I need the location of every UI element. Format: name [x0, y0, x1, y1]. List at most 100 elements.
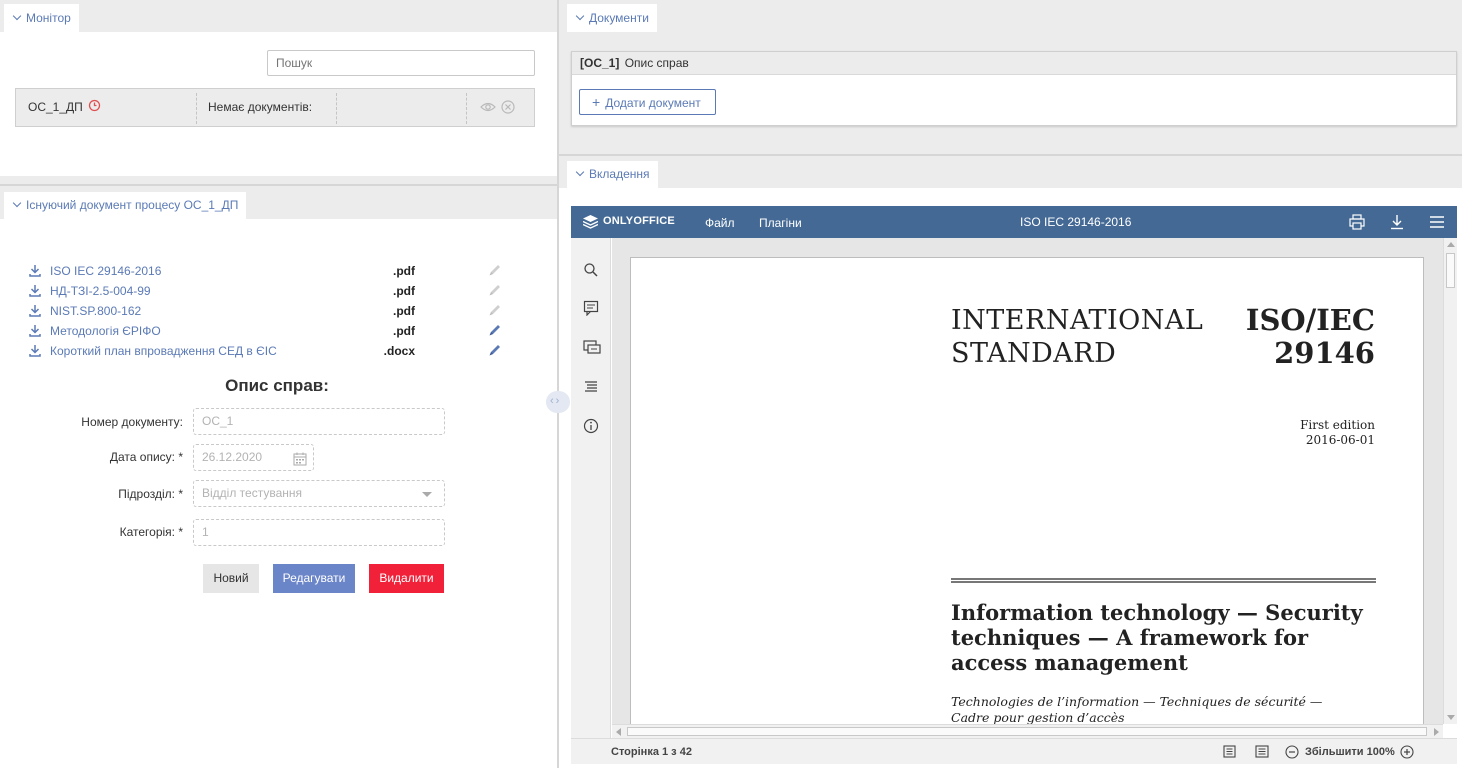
tab-existing-label: Існуючий документ процесу ОС_1_ДП: [26, 198, 239, 212]
monitor-row-name: ОС_1_ДП: [28, 100, 83, 114]
file-extension: .pdf: [393, 324, 415, 338]
search-input[interactable]: [267, 50, 535, 76]
download-icon[interactable]: [29, 284, 41, 300]
unit-select[interactable]: Відділ тестування: [193, 480, 445, 507]
heading-left-line1: INTERNATIONAL: [951, 305, 1204, 336]
file-row: Методологія ЄРІФО .pdf: [0, 322, 557, 342]
editor-status-bar: Сторінка 1 з 42 Збільшити 100%: [571, 738, 1457, 764]
fit-width-icon[interactable]: [1255, 745, 1269, 761]
editor-logo-text: ONLYOFFICE: [603, 215, 675, 227]
splitter-right[interactable]: [559, 154, 1462, 156]
add-document-label: Додати документ: [605, 96, 701, 110]
date-field[interactable]: 26.12.2020: [193, 444, 314, 471]
comment-icon[interactable]: [583, 300, 599, 317]
chevron-down-icon: [12, 198, 22, 208]
scroll-right-icon[interactable]: [1434, 728, 1439, 736]
date-label: Дата опису: *: [109, 450, 183, 464]
download-icon[interactable]: [29, 344, 41, 360]
tab-attachments[interactable]: Вкладення: [567, 161, 658, 188]
scrollbar-h-thumb[interactable]: [627, 727, 1427, 736]
download-icon[interactable]: [1390, 214, 1404, 233]
attachments-header-bar: [559, 144, 1462, 188]
info-icon[interactable]: [583, 418, 599, 434]
chat-icon[interactable]: [583, 340, 601, 356]
zoom-out-icon[interactable]: [1285, 745, 1299, 762]
plus-icon: +: [592, 94, 601, 110]
scroll-down-icon[interactable]: [1447, 715, 1455, 720]
zoom-in-icon[interactable]: [1400, 745, 1414, 762]
splitter-left-line[interactable]: [0, 184, 557, 186]
file-row: НД-ТЗІ-2.5-004-99 .pdf: [0, 282, 557, 302]
navigation-icon[interactable]: [583, 379, 599, 395]
edit-pencil-disabled-icon: [488, 283, 502, 300]
splitter-handle[interactable]: ‹›: [546, 391, 570, 413]
monitor-header-bar: [0, 0, 557, 32]
vertical-scrollbar[interactable]: [1443, 238, 1457, 724]
card-code: [ОС_1]: [580, 56, 620, 70]
add-document-button[interactable]: + Додати документ: [579, 89, 716, 115]
heading-left: INTERNATIONAL STANDARD: [951, 304, 1203, 370]
file-row: ISO IEC 29146-2016 .pdf: [0, 262, 557, 282]
category-field[interactable]: 1: [193, 519, 445, 546]
doc-number-field[interactable]: ОС_1: [193, 408, 445, 435]
form-title: Опис справ:: [225, 376, 329, 395]
file-extension: .pdf: [393, 264, 415, 278]
remove-icon[interactable]: [501, 100, 515, 117]
monitor-row[interactable]: ОС_1_ДП Немає документів:: [15, 88, 535, 127]
calendar-icon[interactable]: [293, 450, 307, 475]
eye-icon[interactable]: [480, 101, 496, 116]
file-link[interactable]: Методологія ЄРІФО: [50, 324, 161, 338]
print-icon[interactable]: [1349, 214, 1365, 233]
unit-value: Відділ тестування: [202, 486, 303, 500]
delete-button[interactable]: Видалити: [369, 564, 444, 593]
documents-header-bar: [559, 0, 1462, 32]
document-title: Information technology — Security techni…: [951, 600, 1363, 675]
category-label: Категорія: *: [119, 525, 183, 539]
divider: [336, 93, 337, 124]
file-link[interactable]: NIST.SP.800-162: [50, 304, 141, 318]
edition: First edition: [1300, 418, 1375, 432]
scroll-left-icon[interactable]: [616, 728, 621, 736]
fit-page-icon[interactable]: [1223, 745, 1236, 761]
scrollbar-thumb[interactable]: [1446, 253, 1455, 288]
tab-monitor[interactable]: Монітор: [4, 4, 79, 32]
edit-pencil-disabled-icon: [488, 263, 502, 280]
heading-right: ISO/IEC 29146: [1246, 304, 1375, 370]
file-link[interactable]: Короткий план впровадження СЕД в ЄІС: [50, 344, 277, 358]
editor-header: ONLYOFFICE Файл Плагіни ISO IEC 29146-20…: [571, 206, 1457, 238]
file-link[interactable]: НД-ТЗІ-2.5-004-99: [50, 284, 151, 298]
new-button[interactable]: Новий: [203, 564, 259, 593]
scroll-up-icon[interactable]: [1447, 242, 1455, 247]
download-icon[interactable]: [29, 304, 41, 320]
doc-number-label: Номер документу:: [81, 415, 183, 429]
download-icon[interactable]: [29, 264, 41, 280]
edition-block: First edition 2016-06-01: [1300, 418, 1375, 448]
editor-canvas: INTERNATIONAL STANDARD ISO/IEC 29146 Fir…: [612, 238, 1443, 724]
hamburger-menu-icon[interactable]: [1430, 216, 1444, 231]
tab-attachments-label: Вкладення: [589, 167, 650, 181]
search-icon[interactable]: [583, 262, 599, 278]
menu-file[interactable]: Файл: [705, 216, 735, 230]
download-icon[interactable]: [29, 324, 41, 340]
menu-plugins[interactable]: Плагіни: [759, 216, 802, 230]
edit-pencil-disabled-icon: [488, 303, 502, 320]
document-page: INTERNATIONAL STANDARD ISO/IEC 29146 Fir…: [630, 257, 1424, 724]
chevron-down-icon: [575, 167, 585, 177]
edit-pencil-icon[interactable]: [488, 323, 502, 340]
divider: [466, 93, 467, 124]
zoom-label: Збільшити 100%: [1305, 746, 1395, 758]
file-row: NIST.SP.800-162 .pdf: [0, 302, 557, 322]
tab-documents[interactable]: Документи: [567, 4, 657, 32]
document-subtitle: Technologies de l’information — Techniqu…: [951, 694, 1323, 724]
page-status: Сторінка 1 з 42: [611, 746, 692, 758]
file-extension: .pdf: [393, 284, 415, 298]
horizontal-scrollbar[interactable]: [612, 724, 1443, 738]
file-link[interactable]: ISO IEC 29146-2016: [50, 264, 161, 278]
caret-down-icon: [422, 492, 432, 497]
file-list: ISO IEC 29146-2016 .pdf НД-ТЗІ-2.5-004-99.…: [0, 262, 557, 362]
edit-button[interactable]: Редагувати: [273, 564, 355, 593]
tab-existing-document[interactable]: Існуючий документ процесу ОС_1_ДП: [4, 192, 247, 219]
document-card: [ОС_1] Опис справ + Додати документ: [571, 51, 1457, 126]
edit-pencil-icon[interactable]: [488, 343, 502, 360]
editor-doc-title: ISO IEC 29146-2016: [1020, 215, 1132, 229]
